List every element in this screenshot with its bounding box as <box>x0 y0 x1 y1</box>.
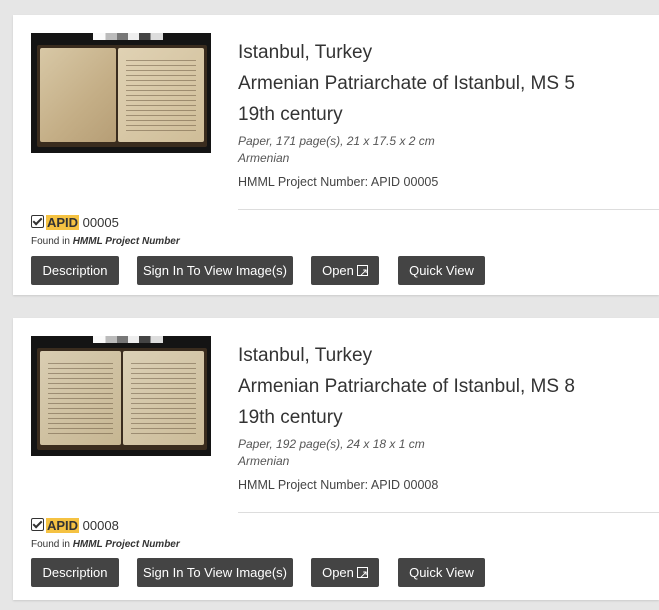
quick-view-button[interactable]: Quick View <box>398 558 485 587</box>
checkbox-checked-icon <box>31 215 44 228</box>
divider <box>238 209 659 210</box>
result-physical-description: Paper, 171 page(s), 21 x 17.5 x 2 cm <box>238 134 435 148</box>
search-match: APID 00008 <box>31 518 119 533</box>
checkbox-checked-icon <box>31 518 44 531</box>
result-card: Istanbul, Turkey Armenian Patriarchate o… <box>13 15 659 295</box>
found-in-field: HMML Project Number <box>72 236 180 247</box>
manuscript-thumbnail[interactable] <box>31 33 211 153</box>
description-button[interactable]: Description <box>31 558 119 587</box>
quick-view-button[interactable]: Quick View <box>398 256 485 285</box>
found-in-field: HMML Project Number <box>72 539 180 550</box>
result-location: Istanbul, Turkey <box>238 42 373 63</box>
color-calibration-bar <box>93 336 163 343</box>
found-in-prefix: Found in <box>31 539 73 550</box>
manuscript-book-image <box>37 348 207 450</box>
open-button[interactable]: Open <box>311 558 379 590</box>
open-button-label: Open <box>322 565 354 580</box>
found-in-prefix: Found in <box>31 236 73 247</box>
result-project-number: HMML Project Number: APID 00005 <box>238 175 439 189</box>
manuscript-thumbnail[interactable] <box>31 336 211 456</box>
result-physical-description: Paper, 192 page(s), 24 x 18 x 1 cm <box>238 437 425 451</box>
external-link-icon <box>356 259 368 288</box>
result-card: Istanbul, Turkey Armenian Patriarchate o… <box>13 318 659 600</box>
match-value: 00005 <box>79 215 119 230</box>
match-highlight: APID <box>46 518 80 533</box>
result-info: Istanbul, Turkey Armenian Patriarchate o… <box>238 41 648 189</box>
result-century: 19th century <box>238 104 343 125</box>
color-calibration-bar <box>93 33 163 40</box>
match-highlight: APID <box>46 215 80 230</box>
result-repository: Armenian Patriarchate of Istanbul, MS 8 <box>238 376 575 397</box>
result-info: Istanbul, Turkey Armenian Patriarchate o… <box>238 344 648 492</box>
external-link-icon <box>356 561 368 590</box>
match-value: 00008 <box>79 518 119 533</box>
manuscript-book-image <box>37 45 207 147</box>
divider <box>238 512 659 513</box>
result-project-number: HMML Project Number: APID 00008 <box>238 478 439 492</box>
result-location: Istanbul, Turkey <box>238 345 373 366</box>
result-century: 19th century <box>238 407 343 428</box>
sign-in-view-images-button[interactable]: Sign In To View Image(s) <box>137 558 293 587</box>
description-button[interactable]: Description <box>31 256 119 285</box>
open-button-label: Open <box>322 263 354 278</box>
result-repository: Armenian Patriarchate of Istanbul, MS 5 <box>238 73 575 94</box>
result-language: Armenian <box>238 454 290 468</box>
found-in: Found in HMML Project Number <box>31 236 180 247</box>
sign-in-view-images-button[interactable]: Sign In To View Image(s) <box>137 256 293 285</box>
search-match: APID 00005 <box>31 215 119 230</box>
result-language: Armenian <box>238 151 290 165</box>
open-button[interactable]: Open <box>311 256 379 288</box>
found-in: Found in HMML Project Number <box>31 539 180 550</box>
